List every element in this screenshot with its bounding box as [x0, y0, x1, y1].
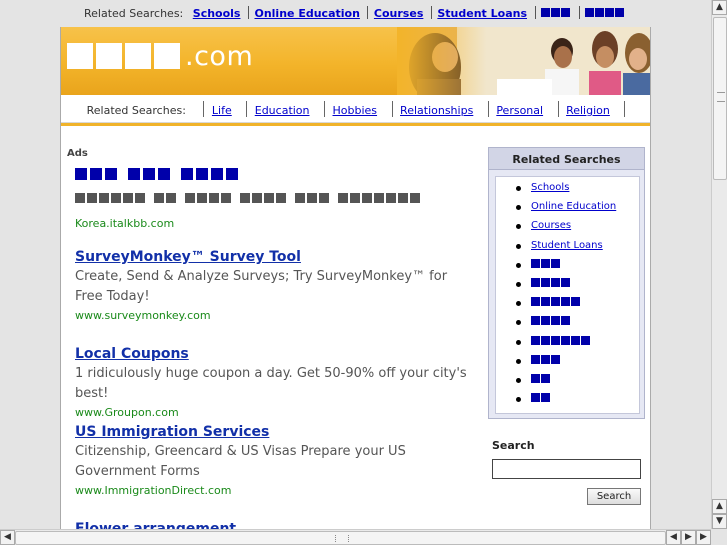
related-searches-box: Related Searches Schools Online Educatio…: [488, 147, 645, 419]
related-link-masked-2[interactable]: [531, 277, 571, 290]
horizontal-scrollbar[interactable]: ◀ ◀ ▶ ▶: [0, 529, 711, 545]
logo-domain: .com: [185, 40, 254, 72]
related-link-masked-1[interactable]: [531, 258, 561, 271]
divider: [391, 101, 393, 117]
related-link-courses[interactable]: Courses: [531, 220, 571, 231]
list-item: [496, 352, 641, 371]
ad-description: Citizenship, Greencard & US Visas Prepar…: [75, 444, 406, 479]
divider: [367, 6, 369, 19]
top-link-courses[interactable]: Courses: [374, 7, 423, 20]
ad-title[interactable]: US Immigration Services: [75, 424, 475, 440]
students-photo: [397, 27, 650, 95]
related-link-masked-3[interactable]: [531, 297, 581, 309]
divider: [430, 6, 432, 19]
nav-link-hobbies[interactable]: Hobbies: [333, 104, 378, 117]
list-item: [496, 390, 641, 409]
site-header: .com: [61, 27, 650, 95]
ad-item: SurveyMonkey™ Survey Tool Create, Send &…: [75, 249, 475, 322]
nav-link-personal[interactable]: Personal: [496, 104, 543, 117]
ad-url[interactable]: www.ImmigrationDirect.com: [75, 484, 475, 497]
ad-title[interactable]: SurveyMonkey™ Survey Tool: [75, 249, 475, 265]
scroll-right-icon[interactable]: ▶: [696, 530, 711, 545]
nav-label: Related Searches:: [86, 104, 186, 117]
vertical-scrollbar[interactable]: ▲ ▲ ▼: [711, 0, 727, 529]
vertical-scroll-thumb[interactable]: [713, 17, 727, 180]
related-link-student-loans[interactable]: Student Loans: [531, 240, 603, 251]
scroll-up-icon[interactable]: ▲: [712, 499, 727, 514]
divider: [487, 101, 489, 117]
divider: [624, 101, 626, 117]
related-link-masked-7[interactable]: [531, 373, 551, 386]
ad-url[interactable]: Korea.italkbb.com: [75, 217, 475, 230]
ad-title[interactable]: Local Coupons: [75, 346, 475, 362]
top-related-bar: Related Searches: Schools Online Educati…: [0, 0, 711, 27]
nav-link-education[interactable]: Education: [255, 104, 310, 117]
scroll-left-icon[interactable]: ◀: [0, 530, 15, 545]
ad-title-masked[interactable]: [75, 168, 475, 184]
divider: [534, 6, 536, 19]
related-searches-list: Schools Online Education Courses Student…: [496, 179, 641, 409]
divider: [324, 101, 326, 117]
site-logo[interactable]: .com: [67, 40, 254, 72]
page-container: .com Related Searches: Life Education Ho…: [60, 27, 651, 530]
related-link-masked-4[interactable]: [531, 316, 571, 328]
top-link-student-loans[interactable]: Student Loans: [437, 7, 527, 20]
related-link-masked-6[interactable]: [531, 354, 561, 367]
related-searches-title: Related Searches: [489, 148, 644, 170]
related-link-masked-5[interactable]: [531, 335, 591, 348]
scroll-left-icon[interactable]: ◀: [666, 530, 681, 545]
list-item: [496, 275, 641, 294]
ad-item: US Immigration Services Citizenship, Gre…: [75, 424, 475, 497]
list-item: Online Education: [496, 198, 641, 217]
related-searches-list-panel: Schools Online Education Courses Student…: [495, 176, 640, 414]
divider: [578, 6, 580, 19]
top-related-label: Related Searches:: [83, 7, 184, 20]
top-link-masked-1[interactable]: [541, 7, 571, 20]
list-item: [496, 256, 641, 275]
scroll-down-icon[interactable]: ▼: [712, 514, 727, 529]
top-link-online-education[interactable]: Online Education: [254, 7, 359, 20]
ad-description: Create, Send & Analyze Surveys; Try Surv…: [75, 269, 448, 304]
scrollbar-corner: [711, 529, 727, 545]
grip-icon: [335, 535, 349, 542]
list-item: [496, 333, 641, 352]
ad-url[interactable]: www.surveymonkey.com: [75, 309, 475, 322]
divider: [247, 6, 249, 19]
list-item: Courses: [496, 217, 641, 236]
category-nav: Related Searches: Life Education Hobbies…: [61, 95, 650, 123]
related-link-masked-8[interactable]: [531, 393, 551, 405]
top-link-masked-2[interactable]: [585, 7, 625, 20]
ad-description: 1 ridiculously huge coupon a day. Get 50…: [75, 366, 467, 401]
nav-link-relationships[interactable]: Relationships: [400, 104, 473, 117]
grip-icon: [717, 92, 725, 102]
search-input[interactable]: [492, 459, 641, 479]
ad-item: Local Coupons 1 ridiculously huge coupon…: [75, 346, 475, 419]
list-item: [496, 313, 641, 332]
list-item: Student Loans: [496, 237, 641, 256]
header-accent-bar: [61, 123, 650, 126]
related-link-online-education[interactable]: Online Education: [531, 201, 616, 212]
logo-masked-name: [67, 43, 183, 69]
list-item: [496, 294, 641, 313]
scroll-right-icon[interactable]: ▶: [681, 530, 696, 545]
scroll-up-icon[interactable]: ▲: [712, 0, 727, 15]
nav-link-life[interactable]: Life: [212, 104, 232, 117]
horizontal-scroll-thumb[interactable]: [15, 531, 666, 545]
ad-item: Korea.italkbb.com: [75, 168, 475, 230]
search-label: Search: [492, 439, 535, 452]
list-item: Schools: [496, 179, 641, 198]
divider: [557, 101, 559, 117]
divider: [246, 101, 248, 117]
divider: [203, 101, 205, 117]
nav-link-religion[interactable]: Religion: [566, 104, 610, 117]
related-link-schools[interactable]: Schools: [531, 182, 569, 193]
ad-url[interactable]: www.Groupon.com: [75, 406, 475, 419]
ad-description-masked: [75, 190, 475, 210]
ads-label: Ads: [67, 148, 88, 159]
list-item: [496, 371, 641, 390]
top-link-schools[interactable]: Schools: [193, 7, 241, 20]
search-button[interactable]: Search: [587, 488, 641, 505]
